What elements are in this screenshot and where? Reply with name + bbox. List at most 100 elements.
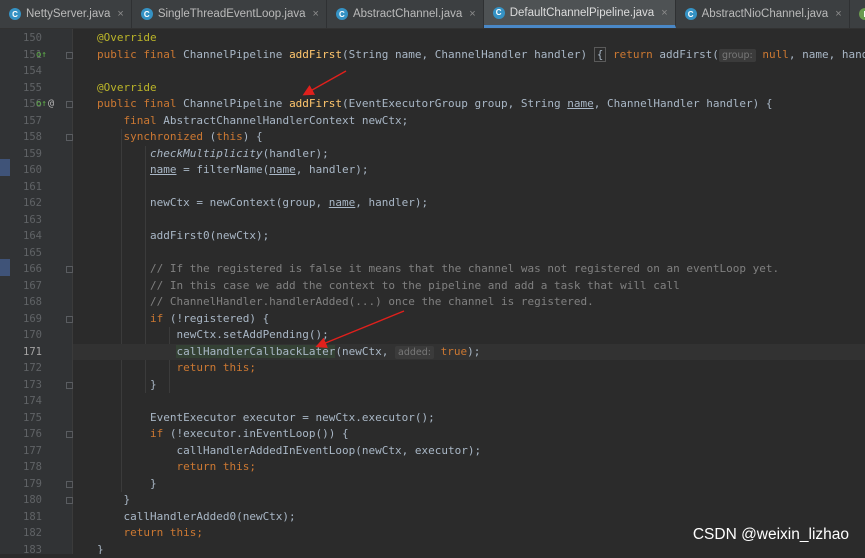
code-line[interactable]: } [73, 377, 865, 394]
line-number: 165 [10, 245, 42, 262]
code-token: name [329, 196, 356, 209]
tab-defaultchannelpipeline[interactable]: CDefaultChannelPipeline.java× [484, 0, 676, 28]
code-token: ChannelPipeline [183, 97, 289, 110]
code-token: return this; [176, 361, 255, 374]
code-token: ) { [243, 130, 263, 143]
code-token [97, 361, 176, 374]
code-line[interactable]: EventExecutor executor = newCtx.executor… [73, 410, 865, 427]
tab-singlethreadeventloop[interactable]: CSingleThreadEventLoop.java× [132, 0, 327, 28]
code-line[interactable]: @Override [73, 80, 865, 97]
code-token: checkMultiplicity [150, 147, 263, 160]
tab-nettyserver[interactable]: CNettyServer.java× [0, 0, 132, 28]
line-number: 180 [10, 492, 42, 509]
line-number: 166 [10, 261, 42, 278]
code-line[interactable]: name = filterName(name, handler); [73, 162, 865, 179]
code-line[interactable]: public final ChannelPipeline addFirst(St… [73, 47, 865, 64]
line-number: 158 [10, 129, 42, 146]
code-text: callHandlerAdded0(newCtx); [97, 509, 296, 526]
code-line[interactable]: return this; [73, 360, 865, 377]
code-line[interactable]: addFirst0(newCtx); [73, 228, 865, 245]
code-token: return this; [176, 460, 255, 473]
code-token [97, 312, 150, 325]
watermark: CSDN @weixin_lizhao [693, 526, 849, 544]
annotation-icon[interactable]: @ [48, 96, 54, 113]
line-number: 167 [10, 278, 42, 295]
code-token: this [216, 130, 243, 143]
line-number: 177 [10, 443, 42, 460]
override-icon[interactable]: o↑ [36, 47, 47, 64]
code-line[interactable] [73, 212, 865, 229]
code-token: name [269, 163, 296, 176]
code-token [97, 147, 150, 160]
code-token: addFirst0(newCtx); [97, 229, 269, 242]
line-number: 178 [10, 459, 42, 476]
code-text: return this; [97, 459, 256, 476]
code-text: synchronized (this) { [97, 129, 263, 146]
code-line[interactable]: if (!executor.inEventLoop()) { [73, 426, 865, 443]
code-line[interactable]: // If the registered is false it means t… [73, 261, 865, 278]
line-number: 164 [10, 228, 42, 245]
code-line[interactable] [73, 393, 865, 410]
line-number-gutter[interactable]: 150151o↑154155156o↑@15715815916016116216… [10, 29, 72, 554]
code-line[interactable]: newCtx = newContext(group, name, handler… [73, 195, 865, 212]
close-icon[interactable]: × [835, 8, 841, 20]
code-text: newCtx = newContext(group, name, handler… [97, 195, 428, 212]
code-text: newCtx.setAddPending(); [97, 327, 329, 344]
tab-label: DefaultChannelPipeline.java [510, 7, 655, 19]
line-number: 154 [10, 63, 42, 80]
code-token: (EventExecutorGroup group, String [342, 97, 567, 110]
code-line[interactable]: synchronized (this) { [73, 129, 865, 146]
code-token: } [97, 477, 157, 490]
code-line[interactable]: // ChannelHandler.handlerAdded(...) once… [73, 294, 865, 311]
code-line[interactable]: callHandlerAdded0(newCtx); [73, 509, 865, 526]
code-token [97, 427, 150, 440]
close-icon[interactable]: × [117, 8, 123, 20]
code-token: name [567, 97, 594, 110]
code-editor[interactable]: @Overridepublic final ChannelPipeline ad… [73, 29, 865, 554]
code-line[interactable]: callHandlerCallbackLater(newCtx, added: … [73, 344, 865, 361]
scroll-marker [0, 159, 10, 176]
code-line[interactable]: return this; [73, 459, 865, 476]
line-number: 183 [10, 542, 42, 558]
code-text: // ChannelHandler.handlerAdded(...) once… [97, 294, 594, 311]
tab-serversocketchannel[interactable]: IServerSocketChannel.java× [850, 0, 865, 28]
code-token: , handler); [355, 196, 428, 209]
line-number: 163 [10, 212, 42, 229]
code-line[interactable] [73, 245, 865, 262]
code-token [97, 130, 124, 143]
code-line[interactable]: } [73, 476, 865, 493]
code-line[interactable] [73, 179, 865, 196]
tab-label: AbstractChannel.java [353, 8, 462, 20]
code-line[interactable] [73, 63, 865, 80]
code-line[interactable]: // In this case we add the context to th… [73, 278, 865, 295]
code-line[interactable]: callHandlerAddedInEventLoop(newCtx, exec… [73, 443, 865, 460]
line-number: 174 [10, 393, 42, 410]
code-text: @Override [97, 80, 157, 97]
override-icon[interactable]: o↑ [36, 96, 47, 113]
code-line[interactable]: @Override [73, 30, 865, 47]
close-icon[interactable]: × [661, 7, 667, 19]
code-line[interactable]: public final ChannelPipeline addFirst(Ev… [73, 96, 865, 113]
code-line[interactable]: if (!registered) { [73, 311, 865, 328]
tab-abstractchannel[interactable]: C AbstractChannel.java × [327, 0, 484, 28]
code-line[interactable]: final AbstractChannelHandlerContext newC… [73, 113, 865, 130]
close-icon[interactable]: × [469, 8, 475, 20]
code-text: callHandlerCallbackLater(newCtx, added: … [97, 344, 480, 362]
code-token: (!executor.inEventLoop()) { [170, 427, 349, 440]
line-number: 170 [10, 327, 42, 344]
tab-label: SingleThreadEventLoop.java [158, 8, 306, 20]
close-icon[interactable]: × [313, 8, 319, 20]
tab-label: AbstractNioChannel.java [702, 8, 829, 20]
code-text: if (!executor.inEventLoop()) { [97, 426, 349, 443]
code-line[interactable]: } [73, 492, 865, 509]
line-number: 159 [10, 146, 42, 163]
code-token: , name, handler); [789, 48, 865, 61]
code-line[interactable]: newCtx.setAddPending(); [73, 327, 865, 344]
code-line[interactable]: checkMultiplicity(handler); [73, 146, 865, 163]
code-text: checkMultiplicity(handler); [97, 146, 329, 163]
code-token: return this; [124, 526, 203, 539]
abstract-class-icon: C [336, 8, 348, 20]
tab-abstractniochannel[interactable]: CAbstractNioChannel.java× [676, 0, 850, 28]
code-text: // In this case we add the context to th… [97, 278, 680, 295]
code-token: final [124, 114, 164, 127]
